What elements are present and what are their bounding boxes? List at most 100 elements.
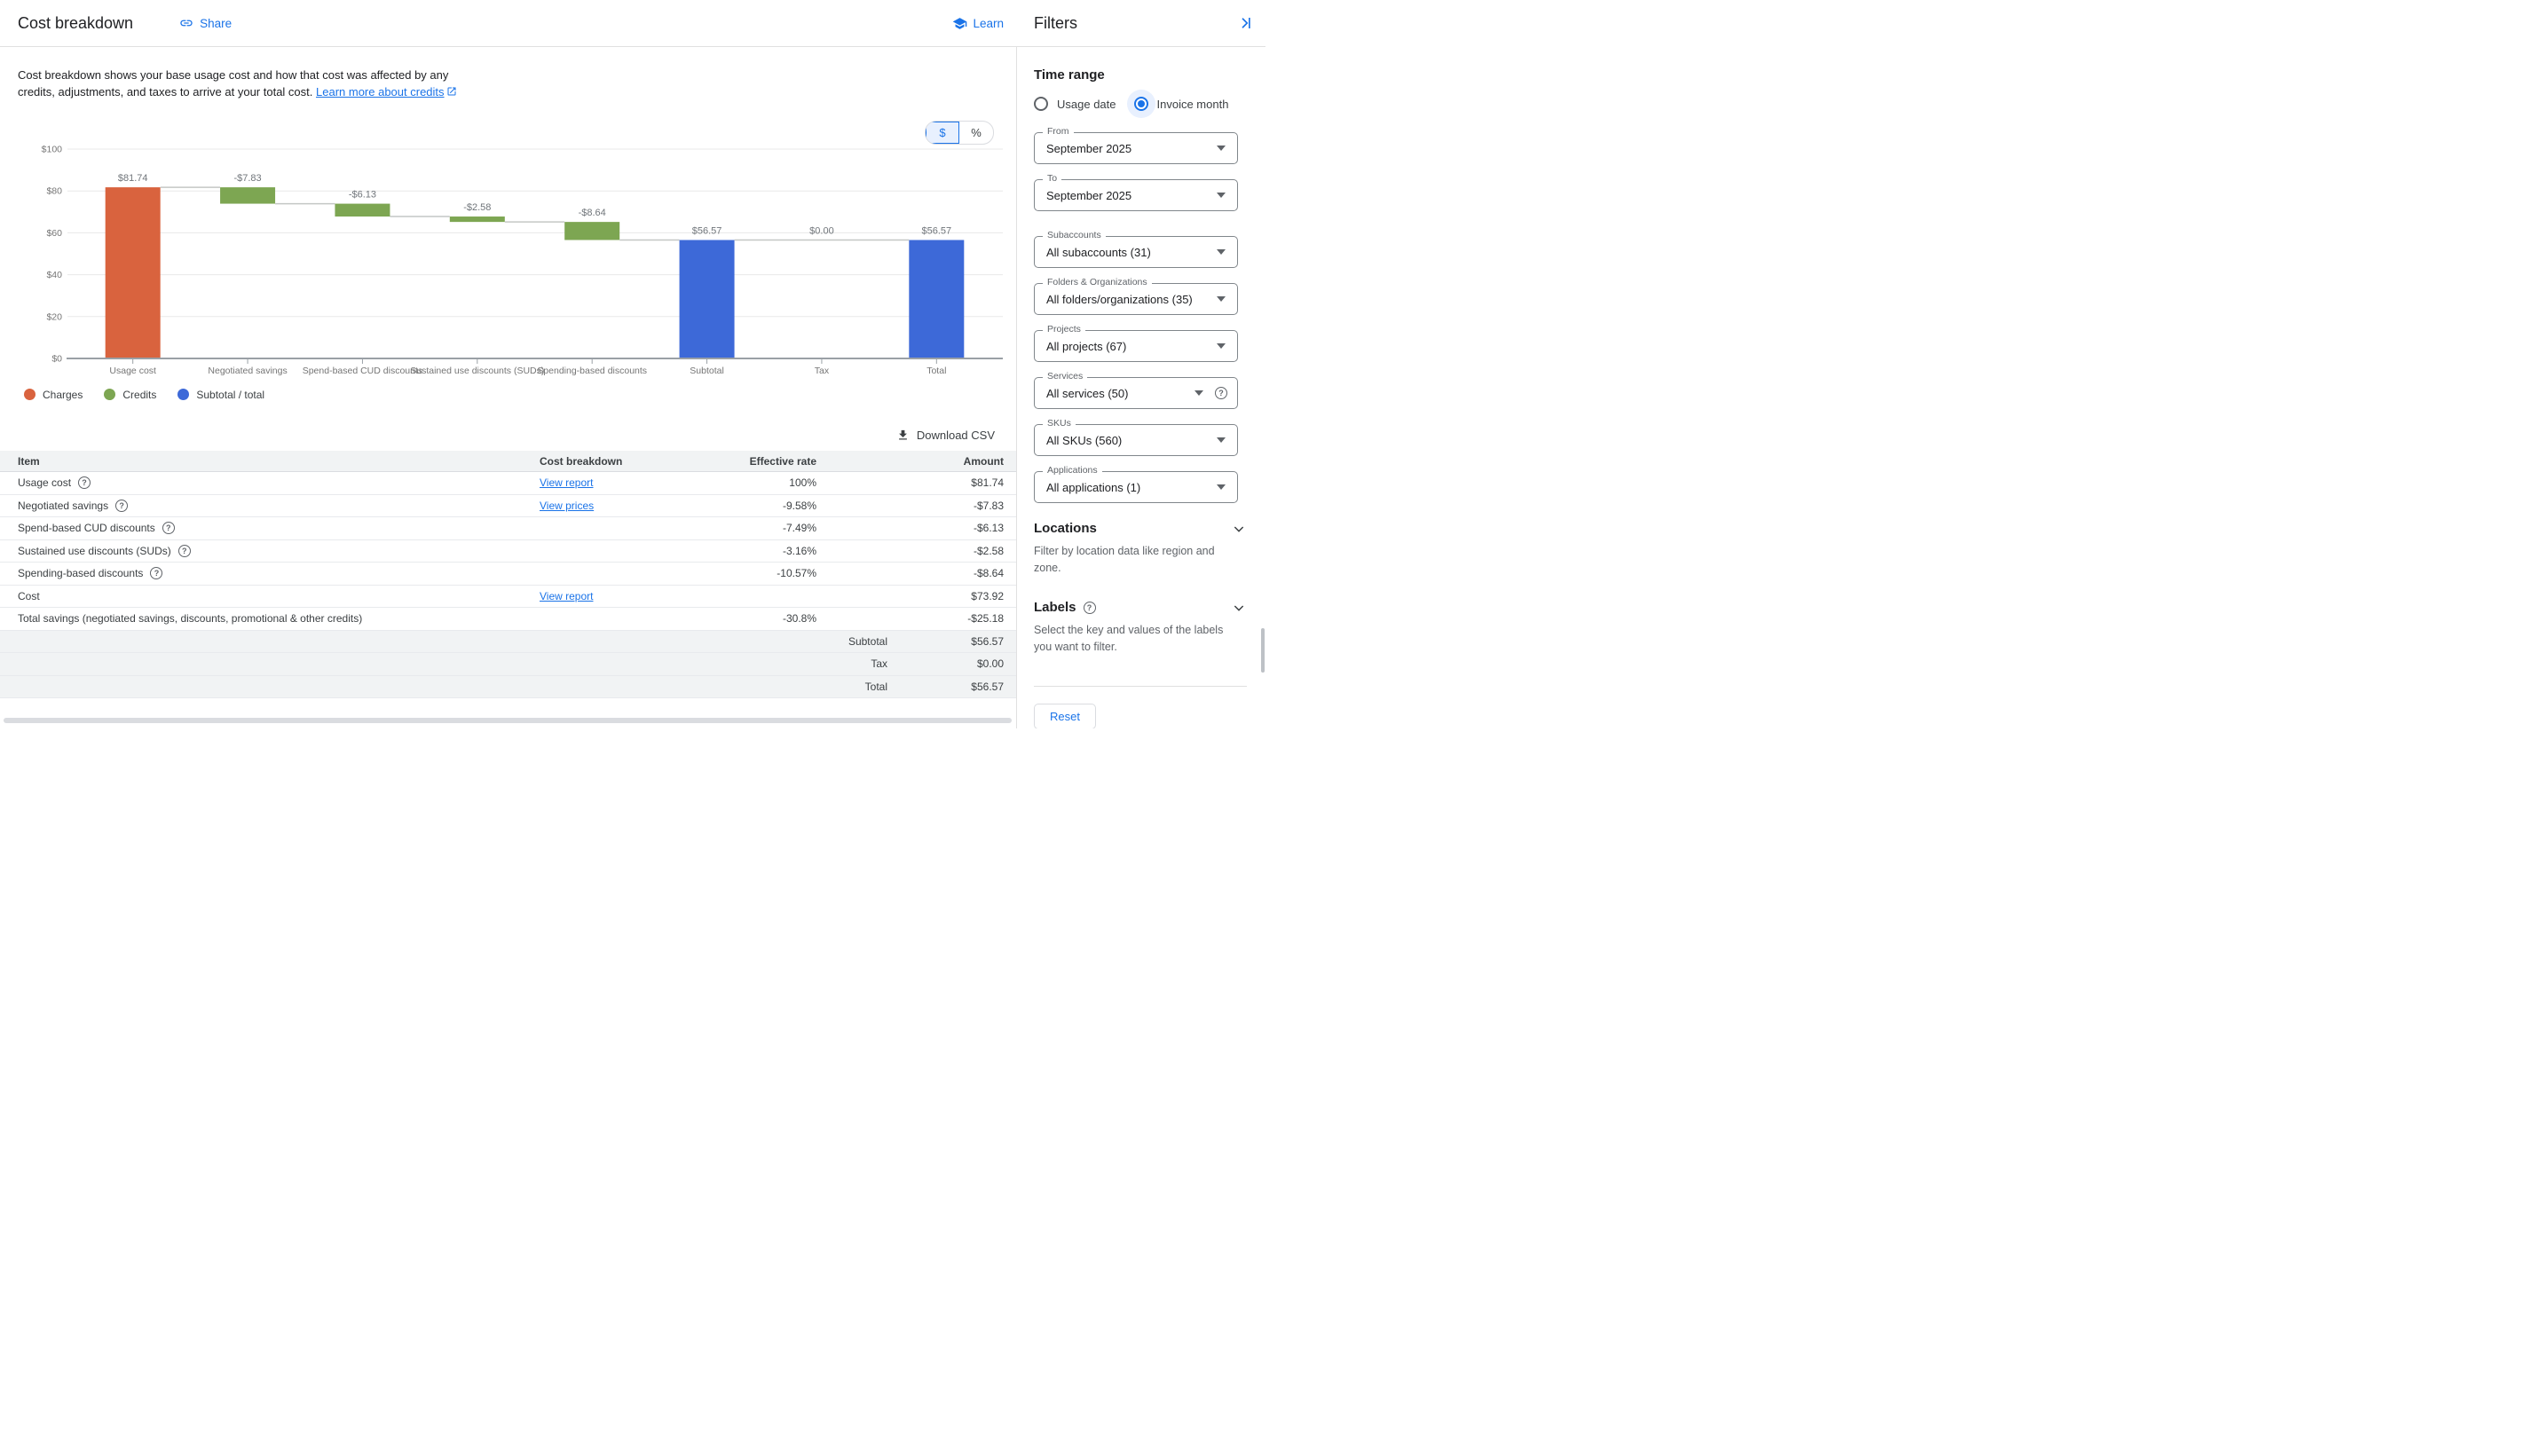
labels-help-icon[interactable]: ? (1084, 602, 1096, 614)
waterfall-bar-negotiated-savings[interactable] (220, 187, 275, 203)
legend-item-credits[interactable]: Credits (104, 389, 156, 401)
x-axis-category-label: Subtotal (690, 366, 724, 376)
time-range-heading: Time range (1034, 67, 1266, 83)
chart-legend: Charges Credits Subtotal / total (24, 387, 1016, 402)
radio-option-usage-date[interactable]: Usage date (1034, 97, 1116, 111)
cost-waterfall-chart: $0$20$40$60$80$100$81.74-$7.83-$6.13-$2.… (0, 117, 1016, 383)
cell-item: Spending-based discounts? (0, 567, 540, 579)
filter-field-applications[interactable]: ApplicationsAll applications (1) (1034, 471, 1238, 503)
table-row-spending-based-discounts: Spending-based discounts?-10.57%-$8.64 (0, 563, 1016, 586)
y-axis-tick-label: $40 (46, 270, 62, 280)
filter-field-subaccounts[interactable]: SubaccountsAll subaccounts (31) (1034, 236, 1238, 268)
dropdown-caret-icon (1217, 193, 1226, 198)
radio-selected-icon (1134, 97, 1148, 111)
legend-item-charges[interactable]: Charges (24, 389, 83, 401)
legend-dot (104, 389, 115, 400)
chevron-down-icon[interactable] (1232, 601, 1246, 615)
cell-total-label: Subtotal (816, 635, 887, 648)
waterfall-bar-total[interactable] (909, 240, 964, 358)
reset-filters-button[interactable]: Reset (1034, 704, 1096, 728)
collapse-panel-icon[interactable] (1237, 15, 1253, 31)
locations-section: Locations Filter by location data like r… (1034, 521, 1266, 577)
cell-amount: -$2.58 (887, 545, 1016, 557)
cell-amount: $56.57 (887, 681, 1016, 693)
panel-scrollbar[interactable] (1261, 628, 1265, 673)
bar-value-label: $56.57 (921, 225, 951, 236)
cost-breakdown-page: Cost breakdown Share Learn Filters (0, 0, 1266, 728)
help-icon[interactable]: ? (115, 500, 128, 512)
currency-percent-toggle: $ % (925, 121, 994, 145)
bar-value-label: $0.00 (809, 225, 834, 236)
dollar-toggle-button[interactable]: $ (926, 122, 959, 144)
x-axis-category-label: Negotiated savings (208, 366, 287, 376)
help-icon[interactable]: ? (150, 567, 162, 579)
view-prices-link[interactable]: View prices (540, 500, 594, 512)
y-axis-tick-label: $60 (46, 228, 62, 239)
view-report-link[interactable]: View report (540, 590, 593, 602)
dropdown-caret-icon (1217, 296, 1226, 302)
help-icon[interactable]: ? (178, 545, 191, 557)
legend-dot (24, 389, 35, 400)
time-range-radio-group: Usage date Invoice month (1034, 97, 1266, 111)
waterfall-bar-subtotal[interactable] (680, 240, 735, 358)
cell-effective-rate: -9.58% (648, 500, 816, 512)
bar-value-label: -$8.64 (579, 208, 606, 218)
cell-total-label: Tax (816, 657, 887, 670)
dropdown-caret-icon (1195, 390, 1203, 396)
share-button[interactable]: Share (179, 16, 232, 30)
dropdown-caret-icon (1217, 437, 1226, 443)
learn-more-credits-link[interactable]: Learn more about credits (316, 85, 445, 98)
table-row-spend-based-cud-discounts: Spend-based CUD discounts?-7.49%-$6.13 (0, 517, 1016, 540)
filter-field-services[interactable]: ServicesAll services (50)? (1034, 377, 1238, 409)
filter-field-folders-organizations[interactable]: Folders & OrganizationsAll folders/organ… (1034, 283, 1238, 315)
filters-panel: Time range Usage date Invoice month FromS… (1016, 47, 1266, 728)
filter-field-projects[interactable]: ProjectsAll projects (67) (1034, 330, 1238, 362)
percent-toggle-button[interactable]: % (959, 122, 993, 144)
help-icon[interactable]: ? (78, 476, 91, 489)
chevron-down-icon[interactable] (1232, 522, 1246, 536)
download-csv-button[interactable]: Download CSV (896, 429, 995, 442)
x-axis-category-label: Usage cost (109, 366, 156, 376)
horizontal-scrollbar[interactable] (4, 718, 1012, 723)
cell-amount: $56.57 (887, 635, 1016, 648)
page-title: Cost breakdown (18, 14, 133, 33)
learn-button[interactable]: Learn (952, 16, 1004, 31)
cell-amount: $0.00 (887, 657, 1016, 670)
cost-breakdown-table: ItemCost breakdownEffective rateAmountUs… (0, 451, 1016, 698)
cell-item: Cost (0, 590, 540, 602)
y-axis-tick-label: $100 (42, 145, 63, 155)
table-row-subtotal: Subtotal$56.57 (0, 631, 1016, 654)
waterfall-bar-spend-based-cud-discounts[interactable] (335, 204, 390, 216)
cell-item: Total savings (negotiated savings, disco… (0, 612, 540, 625)
cell-amount: -$25.18 (887, 612, 1016, 625)
filter-field-to[interactable]: ToSeptember 2025 (1034, 179, 1238, 211)
y-axis-tick-label: $80 (46, 186, 62, 197)
cell-cost-breakdown: View prices (540, 500, 648, 512)
view-report-link[interactable]: View report (540, 476, 593, 489)
cell-amount: $81.74 (887, 476, 1016, 489)
radio-option-invoice-month[interactable]: Invoice month (1134, 97, 1229, 111)
radio-unselected-icon (1034, 97, 1048, 111)
table-row-total: Total$56.57 (0, 676, 1016, 699)
cell-effective-rate: 100% (648, 476, 816, 489)
table-row-negotiated-savings: Negotiated savings?View prices-9.58%-$7.… (0, 495, 1016, 518)
waterfall-bar-spending-based-discounts[interactable] (564, 222, 619, 240)
waterfall-bar-usage-cost[interactable] (106, 187, 161, 358)
top-bar: Cost breakdown Share Learn Filters (0, 0, 1266, 47)
y-axis-tick-label: $0 (51, 354, 62, 365)
cell-effective-rate: -30.8% (648, 612, 816, 625)
filter-field-from[interactable]: FromSeptember 2025 (1034, 132, 1238, 164)
external-link-icon (446, 84, 457, 101)
x-axis-category-label: Sustained use discounts (SUDs) (410, 366, 544, 376)
help-icon[interactable]: ? (162, 522, 175, 534)
help-icon[interactable]: ? (1215, 387, 1227, 399)
waterfall-bar-sustained-use-discounts-suds[interactable] (450, 216, 505, 222)
table-row-tax: Tax$0.00 (0, 653, 1016, 676)
bar-value-label: -$7.83 (233, 173, 261, 184)
cell-effective-rate: -3.16% (648, 545, 816, 557)
cell-amount: -$6.13 (887, 522, 1016, 534)
x-axis-category-label: Spend-based CUD discounts (303, 366, 422, 376)
legend-item-subtotal-total[interactable]: Subtotal / total (177, 389, 264, 401)
filter-field-skus[interactable]: SKUsAll SKUs (560) (1034, 424, 1238, 456)
legend-dot (177, 389, 189, 400)
